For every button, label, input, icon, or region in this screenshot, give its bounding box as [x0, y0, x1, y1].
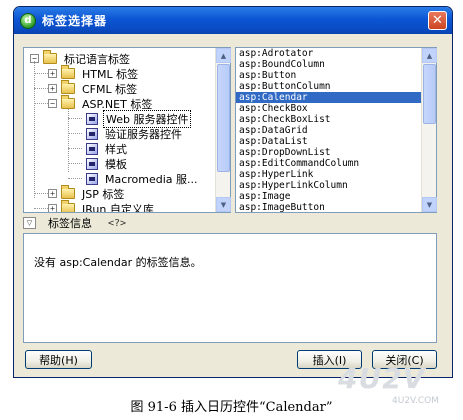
tag-category-tree[interactable]: − 标记语言标签 + HTML 标签 + CFML 标签 − ASP.NET 标签 Web …: [23, 47, 231, 213]
folder-icon: [61, 80, 75, 94]
tree-node[interactable]: Web 服务器控件: [84, 109, 192, 128]
figure-caption: 图 91-6 插入日历控件“Calendar”: [130, 400, 333, 415]
scroll-up-arrow-icon[interactable]: ▲: [422, 48, 437, 63]
collapse-toggle-icon[interactable]: −: [48, 99, 57, 108]
tree-guide-line: [34, 61, 35, 198]
tree-guide-line: [68, 133, 82, 134]
tree-node-label: 模板: [105, 157, 127, 171]
folder-icon: [61, 185, 75, 199]
folder-icon: [61, 200, 75, 212]
expand-toggle-icon[interactable]: +: [48, 189, 57, 198]
tag-list: asp:Adrotator asp:BoundColumn asp:Button as…: [236, 48, 421, 212]
expand-toggle-icon[interactable]: +: [48, 69, 57, 78]
tree-node-label: CFML 标签: [82, 82, 138, 96]
tag-list-scrollbar-thumb[interactable]: [423, 64, 436, 124]
tag-list-item[interactable]: asp:DropDownList: [236, 147, 421, 158]
dreamweaver-app-icon: d: [20, 12, 36, 29]
tree-node[interactable]: + CFML 标签: [48, 80, 139, 96]
expand-toggle-icon[interactable]: +: [48, 84, 57, 93]
tag-info-message: 没有 asp:Calendar 的标签信息。: [34, 256, 202, 269]
open-folder-icon: [43, 50, 57, 64]
title-bar[interactable]: d 标签选择器 ✕: [14, 7, 452, 34]
tree-scrollbar-thumb[interactable]: [217, 64, 230, 172]
tree-guide-line: [68, 118, 82, 119]
tag-info-header: ▽ 标签信息 <?>: [23, 215, 437, 231]
tree-guide-line: [34, 193, 48, 194]
tree-node[interactable]: + JRun 自定义库: [48, 200, 156, 213]
tag-library-icon: [86, 157, 98, 170]
tag-list-item[interactable]: asp:CheckBoxList: [236, 114, 421, 125]
tree-guide-line: [68, 178, 82, 179]
tag-list-item[interactable]: asp:HyperLinkColumn: [236, 180, 421, 191]
tree-guide-line: [34, 73, 48, 74]
tag-info-label: 标签信息: [48, 217, 92, 230]
tree-node[interactable]: 模板: [84, 156, 129, 171]
code-view-icon[interactable]: <?>: [108, 218, 126, 229]
tag-chooser-dialog: d 标签选择器 ✕ − 标记语言标签 + HTML 标签 + CFML 标签 − ASP.…: [13, 6, 453, 378]
tree-node-label: JSP 标签: [82, 187, 125, 201]
tag-list-item[interactable]: asp:CheckBox: [236, 103, 421, 114]
tag-list-item[interactable]: asp:HyperLink: [236, 169, 421, 180]
tree-guide-line: [68, 148, 82, 149]
expand-toggle-icon[interactable]: +: [48, 204, 57, 212]
tag-list-item[interactable]: asp:DataGrid: [236, 125, 421, 136]
scroll-down-arrow-icon[interactable]: ▼: [422, 197, 437, 212]
tree-node[interactable]: + HTML 标签: [48, 65, 140, 81]
tree-view: − 标记语言标签 + HTML 标签 + CFML 标签 − ASP.NET 标签 Web …: [24, 48, 215, 212]
tree-node[interactable]: + JSP 标签: [48, 185, 126, 201]
folder-icon: [61, 65, 75, 79]
tag-list-item[interactable]: asp:DataList: [236, 136, 421, 147]
tag-info-panel: 没有 asp:Calendar 的标签信息。: [23, 233, 437, 343]
watermark-logo: 4U2V: [338, 362, 426, 395]
folder-icon: [61, 95, 75, 109]
tag-library-icon: [86, 127, 98, 140]
tree-guide-line: [34, 208, 48, 209]
tag-list-item[interactable]: asp:ImageButton: [236, 202, 421, 212]
tree-node-label: Macromedia 服...: [105, 172, 198, 186]
tag-list-scrollbar[interactable]: ▲ ▼: [421, 48, 437, 212]
tag-list-item[interactable]: asp:Button: [236, 70, 421, 81]
window-title: 标签选择器: [42, 14, 108, 28]
tree-node[interactable]: 样式: [84, 141, 129, 156]
tree-guide-line: [34, 88, 48, 89]
tree-node-root[interactable]: − 标记语言标签: [30, 50, 132, 66]
tag-list-item[interactable]: asp:Adrotator: [236, 48, 421, 59]
tree-scrollbar[interactable]: ▲ ▼: [215, 48, 231, 212]
collapse-triangle-icon[interactable]: ▽: [23, 217, 36, 229]
tree-node[interactable]: 验证服务器控件: [84, 126, 184, 141]
tree-guide-line: [34, 103, 48, 104]
tag-list-item[interactable]: asp:EditCommandColumn: [236, 158, 421, 169]
tree-node[interactable]: Macromedia 服...: [84, 171, 200, 186]
tree-guide-line: [68, 163, 82, 164]
help-button[interactable]: 帮助(H): [25, 350, 92, 369]
scroll-down-arrow-icon[interactable]: ▼: [216, 197, 231, 212]
tag-library-icon: [86, 172, 98, 185]
tag-list-item[interactable]: asp:BoundColumn: [236, 59, 421, 70]
tag-list-item[interactable]: asp:Calendar: [236, 92, 421, 103]
tag-list-item[interactable]: asp:ButtonColumn: [236, 81, 421, 92]
tree-node-label: 样式: [105, 142, 127, 156]
tag-list-item[interactable]: asp:Image: [236, 191, 421, 202]
close-window-button[interactable]: ✕: [428, 11, 447, 30]
tree-node-label: HTML 标签: [82, 67, 139, 81]
tree-node-label: JRun 自定义库: [82, 202, 154, 213]
tree-node-label: 验证服务器控件: [105, 127, 182, 141]
tag-library-icon: [86, 112, 98, 125]
tree-node-label: 标记语言标签: [64, 52, 130, 66]
tag-library-icon: [86, 142, 98, 155]
scroll-up-arrow-icon[interactable]: ▲: [216, 48, 231, 63]
tag-list-panel[interactable]: asp:Adrotator asp:BoundColumn asp:Button as…: [235, 47, 437, 213]
